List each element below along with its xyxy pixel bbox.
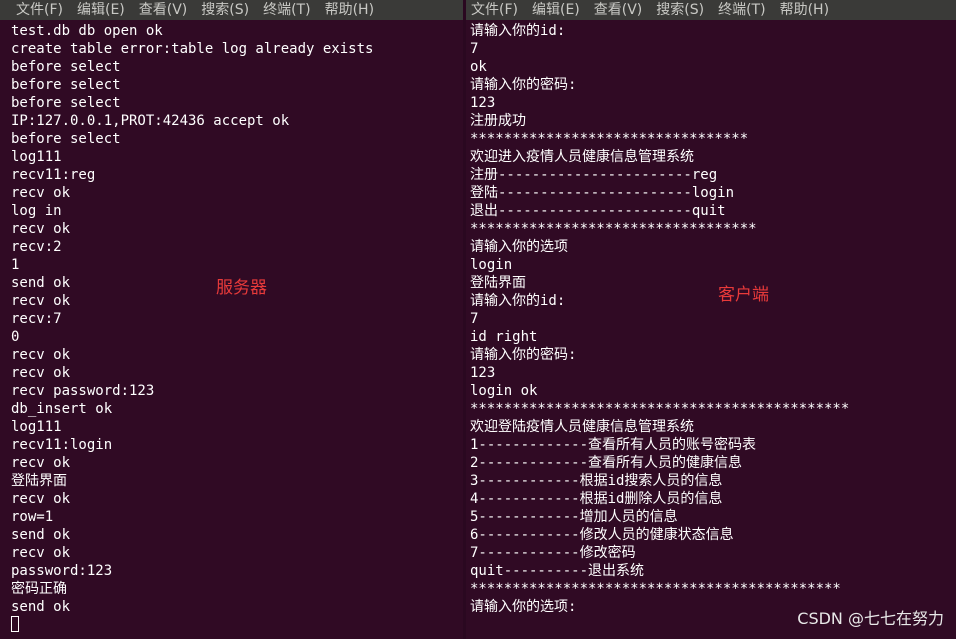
terminal-line: before select bbox=[11, 59, 121, 75]
terminal-line: 注册-----------------------reg bbox=[470, 167, 718, 183]
menu-terminal[interactable]: 终端(T) bbox=[718, 0, 765, 20]
terminal-line: recv password:123 bbox=[11, 383, 155, 399]
terminal-line: ********************************* bbox=[470, 131, 749, 147]
terminal-line: 0 bbox=[11, 329, 20, 345]
terminal-line: 2-------------查看所有人员的健康信息 bbox=[470, 455, 743, 471]
terminal-line: 请输入你的id: bbox=[470, 23, 566, 39]
terminal-line: id right bbox=[470, 329, 538, 345]
terminal-line: 欢迎进入疫情人员健康信息管理系统 bbox=[470, 149, 694, 165]
terminal-line: login ok bbox=[470, 383, 538, 399]
terminal-line: ****************************************… bbox=[470, 581, 841, 597]
client-annotation-label: 客户端 bbox=[718, 285, 769, 305]
terminal-line: row=1 bbox=[11, 509, 54, 525]
terminal-line: ********************************** bbox=[470, 221, 757, 237]
server-terminal-output[interactable]: test.db db open ok create table error:tab… bbox=[0, 20, 464, 639]
menu-edit[interactable]: 编辑(E) bbox=[77, 0, 125, 20]
terminal-line: recv ok bbox=[11, 185, 71, 201]
terminal-line: recv11:reg bbox=[11, 167, 96, 183]
terminal-line: recv:7 bbox=[11, 311, 62, 327]
terminal-line: 请输入你的选项 bbox=[470, 239, 568, 255]
terminal-line: ok bbox=[470, 59, 487, 75]
csdn-watermark: CSDN @七七在努力 bbox=[797, 609, 944, 628]
terminal-line: 1-------------查看所有人员的账号密码表 bbox=[470, 437, 757, 453]
terminal-line: 请输入你的密码: bbox=[470, 347, 577, 363]
client-terminal-output[interactable]: 请输入你的id: 7 ok 请输入你的密码: 123 注册成功 **************… bbox=[466, 20, 956, 639]
terminal-line: recv:2 bbox=[11, 239, 62, 255]
terminal-line: 3------------根据id搜索人员的信息 bbox=[470, 473, 723, 489]
menu-view[interactable]: 查看(V) bbox=[139, 0, 188, 20]
terminal-cursor-line bbox=[11, 616, 464, 634]
terminal-line: test.db db open ok bbox=[11, 23, 163, 39]
terminal-line: 6------------修改人员的健康状态信息 bbox=[470, 527, 734, 543]
terminal-line: 7 bbox=[470, 311, 479, 327]
menu-help[interactable]: 帮助(H) bbox=[780, 0, 829, 20]
terminal-line: recv ok bbox=[11, 347, 71, 363]
menu-help[interactable]: 帮助(H) bbox=[325, 0, 374, 20]
terminal-line: 登陆界面 bbox=[470, 275, 526, 291]
menu-search[interactable]: 搜索(S) bbox=[201, 0, 249, 20]
terminal-cursor bbox=[11, 616, 19, 632]
terminal-line: ****************************************… bbox=[470, 401, 850, 417]
terminal-line: log in bbox=[11, 203, 62, 219]
server-terminal-window[interactable]: 文件(F) 编辑(E) 查看(V) 搜索(S) 终端(T) 帮助(H) test… bbox=[0, 0, 464, 639]
terminal-line: db_insert ok bbox=[11, 401, 113, 417]
menu-edit[interactable]: 编辑(E) bbox=[532, 0, 580, 20]
terminal-line: log111 bbox=[11, 419, 62, 435]
terminal-line: 7------------修改密码 bbox=[470, 545, 636, 561]
menu-view[interactable]: 查看(V) bbox=[594, 0, 643, 20]
terminal-line: recv ok bbox=[11, 545, 71, 561]
desktop-screen: 文件(F) 编辑(E) 查看(V) 搜索(S) 终端(T) 帮助(H) test… bbox=[0, 0, 956, 639]
terminal-line: send ok bbox=[11, 527, 71, 543]
terminal-line: 登陆-----------------------login bbox=[470, 185, 735, 201]
terminal-line: recv ok bbox=[11, 455, 71, 471]
menu-file[interactable]: 文件(F) bbox=[16, 0, 63, 20]
terminal-line: password:123 bbox=[11, 563, 113, 579]
terminal-line: 4------------根据id删除人员的信息 bbox=[470, 491, 723, 507]
terminal-line: 退出-----------------------quit bbox=[470, 203, 726, 219]
terminal-line: recv11:login bbox=[11, 437, 113, 453]
terminal-line: 7 bbox=[470, 41, 479, 57]
terminal-line: IP:127.0.0.1,PROT:42436 accept ok bbox=[11, 113, 290, 129]
terminal-line: recv ok bbox=[11, 491, 71, 507]
client-terminal-menubar: 文件(F) 编辑(E) 查看(V) 搜索(S) 终端(T) 帮助(H) bbox=[466, 0, 956, 20]
terminal-line: 5------------增加人员的信息 bbox=[470, 509, 678, 525]
menu-file[interactable]: 文件(F) bbox=[471, 0, 518, 20]
terminal-line: 请输入你的密码: bbox=[470, 77, 577, 93]
terminal-line: 欢迎登陆疫情人员健康信息管理系统 bbox=[470, 419, 694, 435]
client-terminal-window[interactable]: 文件(F) 编辑(E) 查看(V) 搜索(S) 终端(T) 帮助(H) 请输入你… bbox=[466, 0, 956, 639]
terminal-line: create table error:table log already exi… bbox=[11, 41, 374, 57]
terminal-line: log111 bbox=[11, 149, 62, 165]
terminal-line: before select bbox=[11, 77, 121, 93]
terminal-line: login bbox=[470, 257, 513, 273]
server-annotation-label: 服务器 bbox=[216, 278, 267, 298]
server-terminal-menubar: 文件(F) 编辑(E) 查看(V) 搜索(S) 终端(T) 帮助(H) bbox=[0, 0, 464, 20]
terminal-line: 123 bbox=[470, 95, 496, 111]
terminal-line: 注册成功 bbox=[470, 113, 526, 129]
terminal-line: recv ok bbox=[11, 221, 71, 237]
menu-terminal[interactable]: 终端(T) bbox=[263, 0, 310, 20]
terminal-line: before select bbox=[11, 95, 121, 111]
terminal-line: quit----------退出系统 bbox=[470, 563, 645, 579]
terminal-line: 1 bbox=[11, 257, 20, 273]
terminal-line: 请输入你的id: bbox=[470, 293, 566, 309]
terminal-line: send ok bbox=[11, 599, 71, 615]
terminal-line: before select bbox=[11, 131, 121, 147]
menu-search[interactable]: 搜索(S) bbox=[656, 0, 704, 20]
terminal-line: 登陆界面 bbox=[11, 473, 67, 489]
terminal-line: 密码正确 bbox=[11, 581, 67, 597]
terminal-line: recv ok bbox=[11, 365, 71, 381]
terminal-line: 123 bbox=[470, 365, 496, 381]
